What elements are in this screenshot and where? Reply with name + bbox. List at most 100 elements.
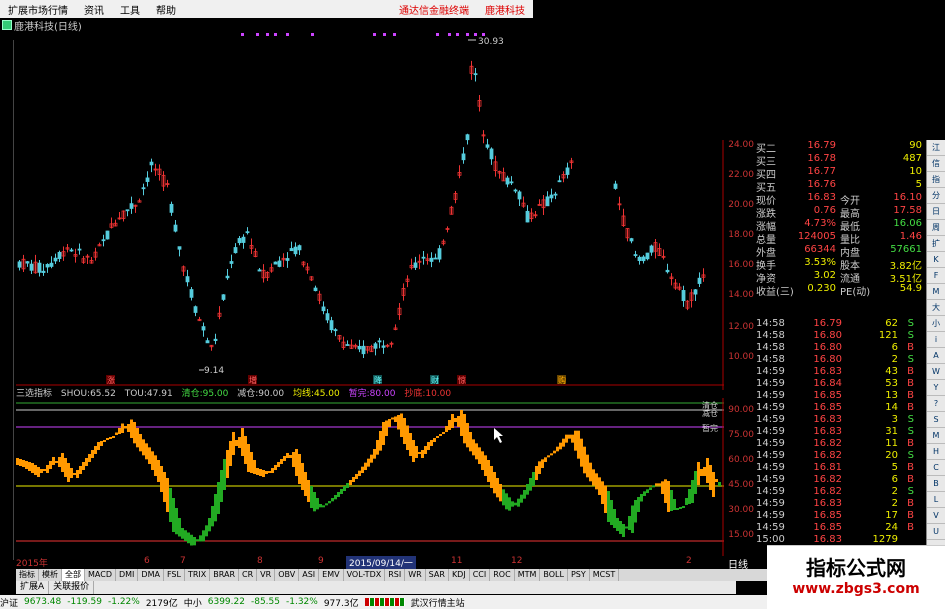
tab-indicator[interactable]: 模析 — [39, 569, 62, 581]
toolbar-button[interactable]: 扩 — [927, 236, 945, 252]
tab-indicator[interactable]: VR — [257, 569, 276, 581]
tick-volume: 62 — [885, 318, 898, 329]
indicator-chart[interactable]: 清仓 减仓 暂完 — [16, 398, 724, 556]
tab-extend-a[interactable]: 扩展A — [16, 581, 50, 594]
tick-volume: 2 — [891, 498, 898, 509]
tick-time: 14:59 — [756, 378, 785, 389]
toolbar-button[interactable]: K — [927, 252, 945, 268]
marker-2: 增 — [249, 375, 257, 385]
toolbar-button[interactable]: C — [927, 460, 945, 476]
tab-related-quotes[interactable]: 关联报价 — [49, 581, 95, 594]
tab-indicator[interactable]: CR — [239, 569, 258, 581]
toolbar-button[interactable]: U — [927, 524, 945, 540]
tick-time: 14:59 — [756, 414, 785, 425]
date-tick: 12 — [511, 556, 523, 566]
toolbar-button[interactable]: 信 — [927, 156, 945, 172]
tick-price: 16.79 — [813, 318, 842, 329]
tab-indicator[interactable]: VOL-TDX — [344, 569, 386, 581]
tab-indicator[interactable]: BRAR — [210, 569, 240, 581]
toolbar-button[interactable]: M — [927, 284, 945, 300]
status-server[interactable]: 武汉行情主站 — [411, 596, 465, 609]
marker-6: 购 — [558, 375, 566, 385]
tab-indicator[interactable]: KDJ — [449, 569, 470, 581]
tick-row: 14:58 16.80 6 B — [756, 342, 924, 354]
toolbar-button[interactable]: B — [927, 476, 945, 492]
toolbar-button[interactable]: W — [927, 364, 945, 380]
tab-indicator[interactable]: 指标 — [16, 569, 39, 581]
tab-indicator[interactable]: MTM — [515, 569, 541, 581]
toolbar-button[interactable]: S — [927, 412, 945, 428]
menu-market[interactable]: 扩展市场行情 — [0, 2, 76, 17]
quote-row: 买五 16.76 5 — [756, 179, 924, 194]
menu-news[interactable]: 资讯 — [76, 2, 112, 17]
tab-indicator[interactable]: CCI — [470, 569, 491, 581]
toolbar-button[interactable]: ? — [927, 396, 945, 412]
high-label: 30.93 — [478, 37, 504, 47]
quote-value: 16.77 — [807, 166, 836, 177]
indicator-ribbon — [16, 410, 721, 546]
menu-tools[interactable]: 工具 — [112, 2, 148, 17]
toolbar-button[interactable]: 指 — [927, 172, 945, 188]
toolbar-button[interactable]: 周 — [927, 220, 945, 236]
tick-price: 16.82 — [813, 486, 842, 497]
tab-indicator[interactable]: RSI — [385, 569, 406, 581]
tick-time: 14:58 — [756, 318, 785, 329]
top-markers — [241, 33, 485, 36]
toolbar-button[interactable]: H — [927, 444, 945, 460]
tab-indicator[interactable]: MACD — [85, 569, 116, 581]
toolbar-button[interactable]: 江 — [927, 140, 945, 156]
tab-indicator[interactable]: BOLL — [540, 569, 568, 581]
tab-indicator[interactable]: SAR — [426, 569, 449, 581]
quote-row: 现价 16.83 今开 16.10 — [756, 192, 924, 207]
tick-row: 14:58 16.80 2 S — [756, 354, 924, 366]
toolbar-button[interactable]: F — [927, 268, 945, 284]
toolbar-button[interactable]: i — [927, 332, 945, 348]
toolbar-button[interactable]: V — [927, 508, 945, 524]
tick-row: 14:59 16.85 17 B — [756, 510, 924, 522]
status-zx-amount: 977.3亿 — [323, 598, 359, 609]
tick-time: 14:59 — [756, 522, 785, 533]
main-y-axis: 24.00 22.00 20.00 18.00 16.00 14.00 12.0… — [724, 140, 756, 390]
tab-indicator[interactable]: DMI — [116, 569, 139, 581]
toolbar-button[interactable]: A — [927, 348, 945, 364]
tab-indicator[interactable]: MCST — [590, 569, 620, 581]
main-chart[interactable]: 30.93 9.14 涨 增 降 财 惊 购 — [16, 30, 724, 390]
tick-price: 16.83 — [813, 414, 842, 425]
tab-indicator[interactable]: FSL — [164, 569, 185, 581]
tick-row: 14:59 16.82 11 B — [756, 438, 924, 450]
menu-help[interactable]: 帮助 — [148, 2, 184, 17]
tab-indicator[interactable]: EMV — [319, 569, 344, 581]
tab-indicator[interactable]: PSY — [568, 569, 590, 581]
tick-volume: 3 — [891, 414, 898, 425]
tick-row: 14:59 16.83 2 B — [756, 498, 924, 510]
tick-price: 16.83 — [813, 534, 842, 545]
tab-indicator[interactable]: TRIX — [185, 569, 211, 581]
status-zx-change: -85.55 — [250, 597, 280, 607]
tab-indicator[interactable]: OBV — [275, 569, 300, 581]
status-sh-change: -119.59 — [67, 597, 102, 607]
toolbar-button[interactable]: 小 — [927, 316, 945, 332]
tab-indicator[interactable]: ASI — [299, 569, 320, 581]
toolbar-button[interactable]: 大 — [927, 300, 945, 316]
tick-side: B — [907, 438, 914, 449]
candlesticks — [17, 60, 706, 359]
tab-indicator[interactable]: 全部 — [62, 569, 85, 581]
tick-price: 16.82 — [813, 450, 842, 461]
toolbar-button[interactable]: L — [927, 492, 945, 508]
toolbar-button[interactable]: M — [927, 428, 945, 444]
tick-volume: 2 — [891, 354, 898, 365]
toolbar-button[interactable]: 分 — [927, 188, 945, 204]
quote-row: 总量 124005 量比 1.46 — [756, 231, 924, 246]
tab-indicator[interactable]: WR — [405, 569, 426, 581]
tick-time: 14:59 — [756, 438, 785, 449]
tick-price: 16.83 — [813, 366, 842, 377]
date-tick: 2015年 — [16, 559, 48, 569]
tab-indicator[interactable]: ROC — [490, 569, 515, 581]
toolbar-button[interactable]: 日 — [927, 204, 945, 220]
quote-value: 0.230 — [807, 283, 836, 294]
indicator-header: 三选指标 SHOU:65.52 TOU:47.91 清仓:95.00 减仓:90… — [16, 386, 457, 399]
event-markers: 涨 增 降 财 惊 购 — [106, 375, 566, 385]
tab-indicator[interactable]: DMA — [138, 569, 164, 581]
ind-y-tick: 90.00 — [728, 405, 754, 415]
toolbar-button[interactable]: Y — [927, 380, 945, 396]
